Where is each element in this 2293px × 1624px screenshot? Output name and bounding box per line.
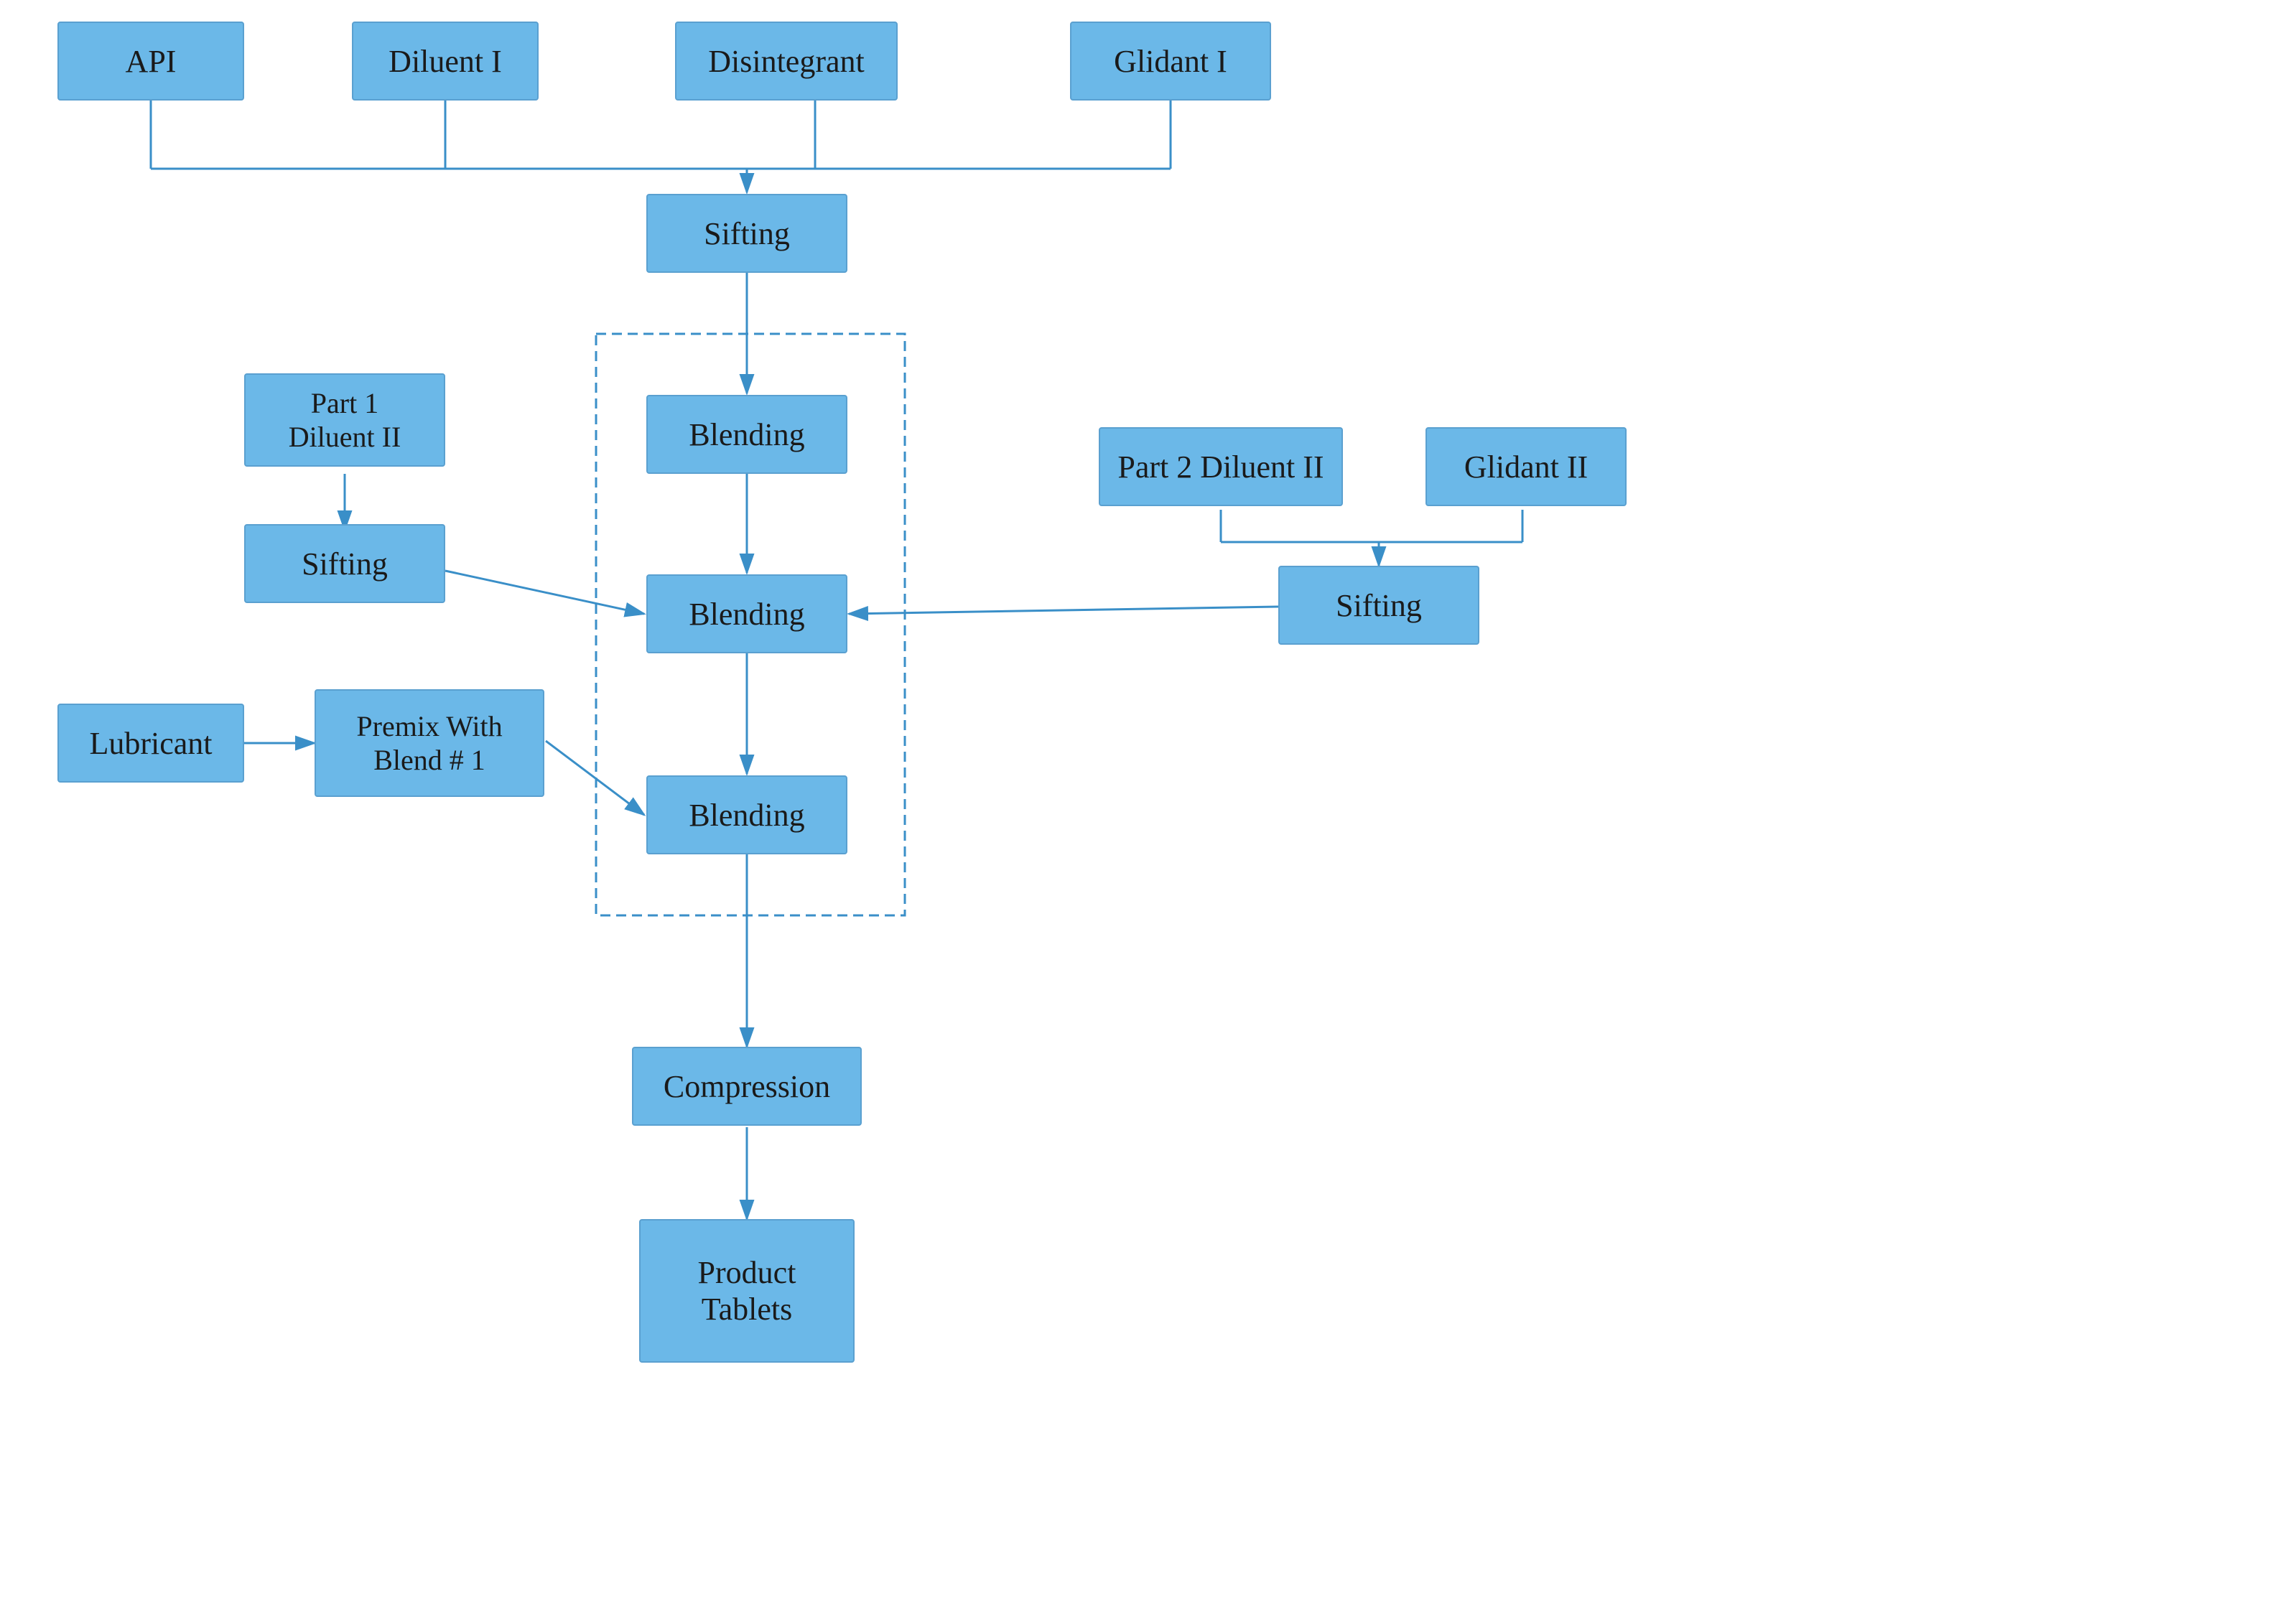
- box-glidant1: Glidant I: [1070, 22, 1271, 101]
- box-glidant2: Glidant II: [1425, 427, 1627, 506]
- box-api: API: [57, 22, 244, 101]
- box-diluent1: Diluent I: [352, 22, 539, 101]
- box-premix: Premix WithBlend # 1: [315, 689, 544, 797]
- box-sifting2: Sifting: [244, 524, 445, 603]
- box-part1-diluent: Part 1Diluent II: [244, 373, 445, 467]
- box-sifting1: Sifting: [646, 194, 847, 273]
- box-compression: Compression: [632, 1047, 862, 1126]
- box-blending3: Blending: [646, 775, 847, 854]
- box-lubricant: Lubricant: [57, 704, 244, 783]
- box-disintegrant: Disintegrant: [675, 22, 898, 101]
- box-product-tablets: ProductTablets: [639, 1219, 855, 1363]
- box-sifting3: Sifting: [1278, 566, 1479, 645]
- box-blending1: Blending: [646, 395, 847, 474]
- box-blending2: Blending: [646, 574, 847, 653]
- box-part2-diluent: Part 2 Diluent II: [1099, 427, 1343, 506]
- flow-diagram: [0, 0, 2293, 1624]
